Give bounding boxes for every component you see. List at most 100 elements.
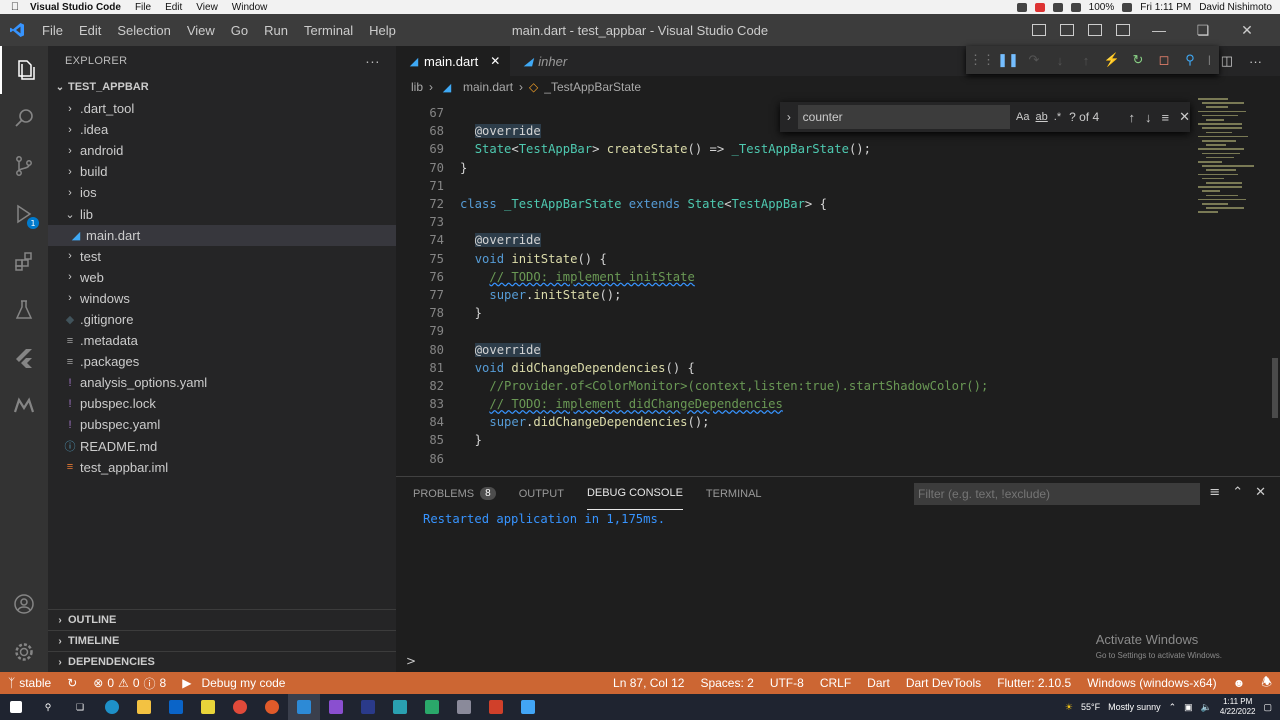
minimap[interactable] (1194, 98, 1280, 476)
toggle-secondary-sidebar-icon[interactable] (1088, 24, 1102, 36)
code-area[interactable]: 67 68 @override 69 State<TestAppBar> creat… (396, 104, 1186, 476)
timeline-section[interactable]: › TIMELINE (48, 630, 396, 651)
chrome-icon[interactable] (224, 694, 256, 720)
code-line[interactable]: 74 @override (396, 231, 1186, 249)
status-item[interactable]: Ln 87, Col 12 (605, 676, 692, 690)
taskbar-search-icon[interactable]: ⚲ (32, 694, 64, 720)
tree-folder[interactable]: › ios (48, 182, 396, 203)
pause-record-icon[interactable] (1034, 2, 1045, 12)
tree-folder[interactable]: › web (48, 267, 396, 288)
app-green-icon[interactable] (416, 694, 448, 720)
code-line[interactable]: 70} (396, 159, 1186, 177)
code-line[interactable]: 85 } (396, 431, 1186, 449)
menu-file[interactable]: File (42, 23, 63, 38)
status-item[interactable]: UTF-8 (762, 676, 812, 690)
previous-match-icon[interactable]: ↑ (1129, 110, 1136, 125)
close-find-icon[interactable]: ✕ (1179, 109, 1190, 125)
tab-main-dart[interactable]: ◢ main.dart ✕ (396, 46, 511, 76)
tree-file[interactable]: ≡ .packages (48, 351, 396, 372)
tree-folder[interactable]: › .dart_tool (48, 98, 396, 119)
explorer-icon[interactable] (0, 46, 48, 94)
outlook-icon[interactable] (160, 694, 192, 720)
app-orange-icon[interactable] (256, 694, 288, 720)
menu-view[interactable]: View (187, 23, 215, 38)
notifications-icon[interactable]: 🕭 (1253, 673, 1280, 694)
tab-debug-console[interactable]: DEBUG CONSOLE (586, 477, 683, 510)
code-line[interactable]: 73 (396, 213, 1186, 231)
feedback-icon[interactable]: ☻ (1225, 676, 1254, 690)
app-teal-icon[interactable] (384, 694, 416, 720)
next-match-icon[interactable]: ↓ (1145, 110, 1152, 125)
status-item[interactable]: Flutter: 2.10.5 (989, 676, 1079, 690)
branch-indicator[interactable]: ᛉ stable (0, 676, 59, 690)
close-window-icon[interactable]: ✕ (1232, 22, 1262, 39)
tree-file[interactable]: ! pubspec.yaml (48, 414, 396, 435)
tree-folder[interactable]: › build (48, 161, 396, 182)
breadcrumb-lib[interactable]: lib (411, 80, 423, 94)
tree-file[interactable]: ! analysis_options.yaml (48, 372, 396, 393)
code-line[interactable]: 83 // TODO: implement didChangeDependenc… (396, 395, 1186, 413)
code-line[interactable]: 72 class _TestAppBarState extends State<T… (396, 195, 1186, 213)
code-line[interactable]: 82 //Provider.of<ColorMonitor>(context,l… (396, 377, 1186, 395)
code-line[interactable]: 75 void initState() { (396, 250, 1186, 268)
manage-gear-icon[interactable] (0, 628, 48, 676)
maximize-panel-icon[interactable]: ⌃ (1232, 485, 1243, 500)
tab-output[interactable]: OUTPUT (519, 477, 564, 510)
mac-clock[interactable]: Fri 1:11 PM (1140, 2, 1191, 13)
action-center-icon[interactable]: ▢ (1263, 702, 1272, 713)
windows-start-icon[interactable] (0, 694, 32, 720)
task-view-icon[interactable]: ❏ (64, 694, 96, 720)
code-line[interactable]: 78 } (396, 304, 1186, 322)
match-case-toggle[interactable]: Aa (1016, 111, 1029, 123)
taskbar-clock[interactable]: 1:11 PM 4/22/2022 (1220, 697, 1256, 717)
tree-file[interactable]: ! pubspec.lock (48, 393, 396, 414)
drag-handle-icon[interactable]: ⋮⋮ (969, 52, 995, 68)
tree-file[interactable]: ≡ test_appbar.iml (48, 457, 396, 478)
status-item[interactable]: Windows (windows-x64) (1079, 676, 1224, 690)
extension-m-icon[interactable] (0, 382, 48, 430)
app-red-icon[interactable] (480, 694, 512, 720)
tab-problems[interactable]: PROBLEMS 8 (413, 477, 496, 510)
edge-icon[interactable] (96, 694, 128, 720)
code-line[interactable]: 84 super.didChangeDependencies(); (396, 413, 1186, 431)
record-icon[interactable] (1016, 2, 1027, 12)
wifi-icon[interactable] (1052, 2, 1063, 12)
code-line[interactable]: 86 (396, 450, 1186, 468)
code-line[interactable]: 77 super.initState(); (396, 286, 1186, 304)
toggle-replace-icon[interactable]: › (780, 110, 798, 124)
editor-scrollbar[interactable] (1272, 358, 1278, 418)
menu-edit[interactable]: Edit (79, 23, 101, 38)
tree-file[interactable]: ≡ .metadata (48, 330, 396, 351)
close-tab-icon[interactable]: ✕ (490, 54, 500, 68)
flutter-icon[interactable] (0, 334, 48, 382)
status-item[interactable]: Dart (859, 676, 898, 690)
mac-menu-window[interactable]: Window (232, 2, 268, 13)
app-gray-icon[interactable] (448, 694, 480, 720)
bluetooth-icon[interactable] (1070, 2, 1081, 12)
clear-console-icon[interactable]: ≡ (1209, 485, 1220, 500)
esi-app-icon[interactable] (352, 694, 384, 720)
accounts-icon[interactable] (0, 580, 48, 628)
console-filter-input[interactable] (914, 483, 1200, 505)
tree-folder[interactable]: › .idea (48, 119, 396, 140)
tree-folder[interactable]: ⌄ lib (48, 203, 396, 224)
menu-selection[interactable]: Selection (117, 23, 170, 38)
tab-terminal[interactable]: TERMINAL (706, 477, 762, 510)
console-prompt[interactable]: > (406, 654, 416, 668)
status-item[interactable]: Spaces: 2 (692, 676, 761, 690)
toggle-panel-icon[interactable] (1060, 24, 1074, 36)
tab-inher[interactable]: ◢ inher (510, 46, 577, 76)
code-line[interactable]: 76 // TODO: implement initState (396, 268, 1186, 286)
status-item[interactable]: CRLF (812, 676, 859, 690)
hot-reload-icon[interactable]: ⚡ (1104, 52, 1120, 68)
weather-desc[interactable]: Mostly sunny (1108, 702, 1161, 712)
restore-icon[interactable]: ❏ (1188, 22, 1218, 39)
dependencies-section[interactable]: › DEPENDENCIES (48, 651, 396, 672)
tree-file[interactable]: ◢ main.dart (48, 224, 396, 246)
vscode-taskbar-icon[interactable] (288, 694, 320, 720)
code-line[interactable]: 81 void didChangeDependencies() { (396, 359, 1186, 377)
regex-toggle[interactable]: .* (1054, 111, 1061, 123)
step-over-icon[interactable]: ↷ (1026, 52, 1042, 68)
tray-chevron-icon[interactable]: ⌃ (1169, 702, 1177, 713)
search-icon[interactable] (0, 94, 48, 142)
